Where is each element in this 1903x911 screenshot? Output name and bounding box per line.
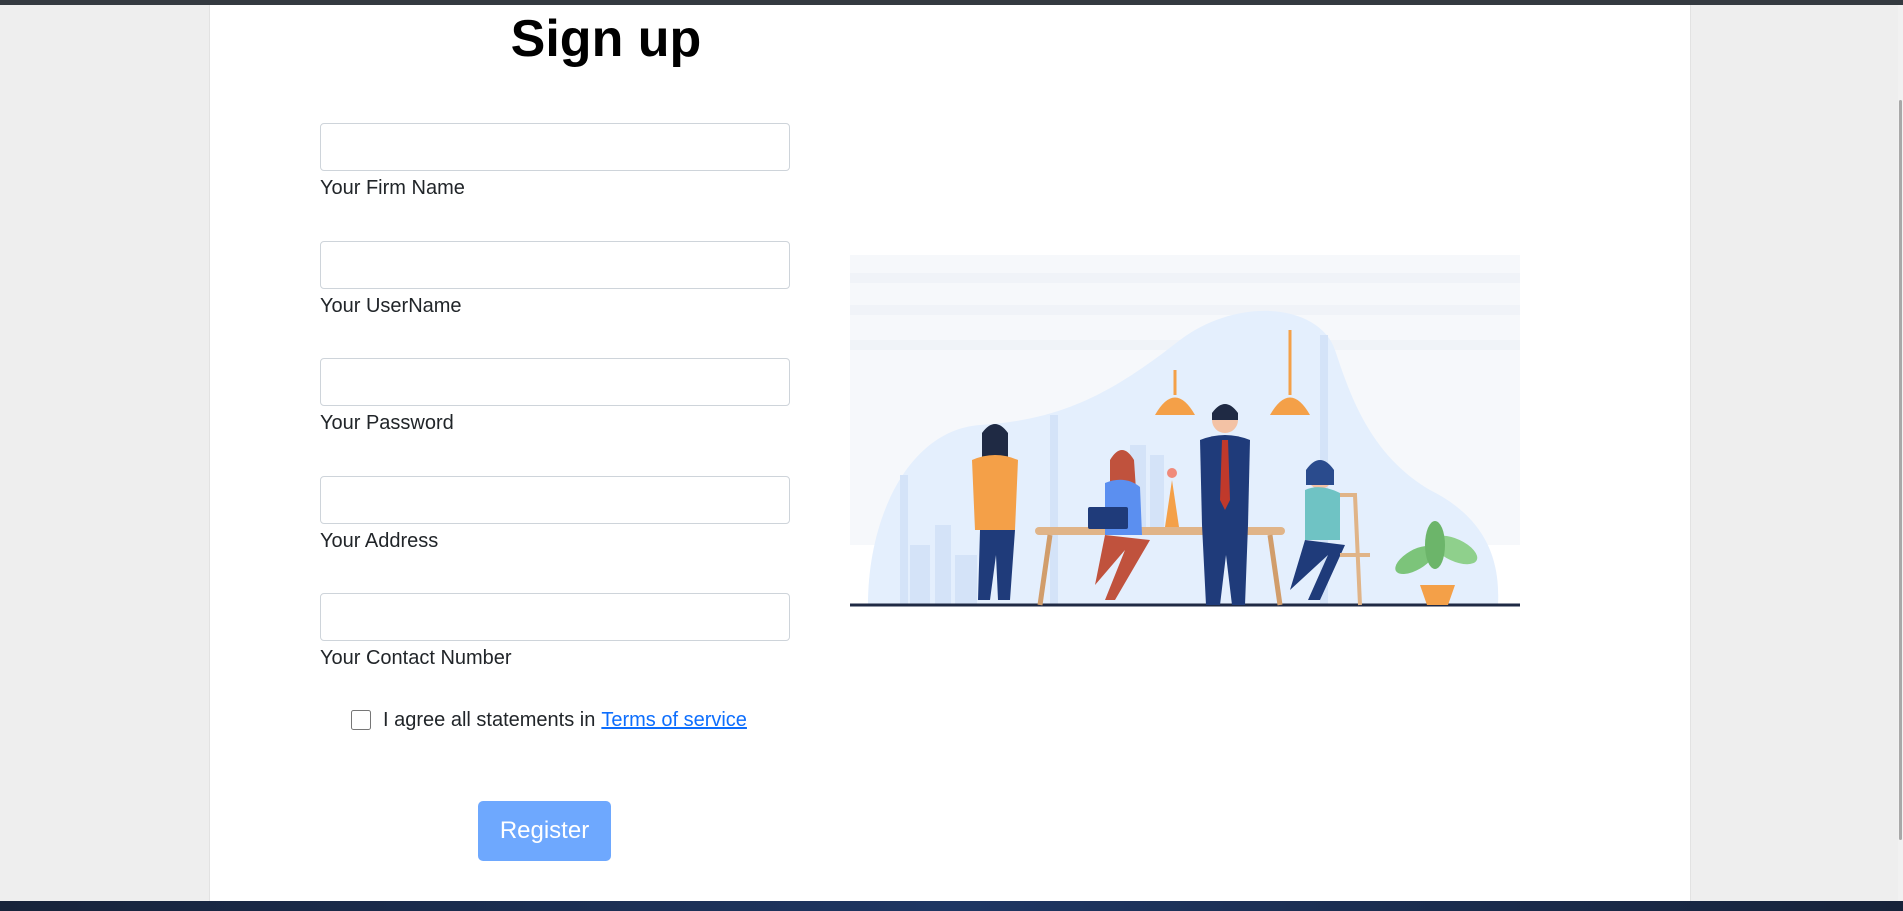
- terms-of-service-link[interactable]: Terms of service: [601, 708, 747, 732]
- terms-agreement: I agree all statements in Terms of servi…: [351, 708, 747, 732]
- contact-number-group: Your Contact Number: [320, 593, 790, 670]
- password-label: Your Password: [320, 412, 454, 434]
- contact-number-label: Your Contact Number: [320, 647, 512, 669]
- scrollbar-thumb[interactable]: [1899, 100, 1902, 840]
- address-label: Your Address: [320, 530, 439, 552]
- username-group: Your UserName: [320, 241, 790, 318]
- firm-name-group: Your Firm Name: [320, 123, 790, 200]
- contact-number-input[interactable]: [320, 593, 790, 641]
- terms-text: I agree all statements in: [383, 709, 596, 731]
- username-label: Your UserName: [320, 295, 462, 317]
- address-input[interactable]: [320, 476, 790, 524]
- signup-card: Sign up Your Firm Name Your UserName You…: [209, 5, 1691, 901]
- password-group: Your Password: [320, 358, 790, 435]
- terms-checkbox[interactable]: [351, 710, 371, 730]
- page-title: Sign up: [510, 10, 702, 68]
- username-input[interactable]: [320, 241, 790, 289]
- firm-name-label: Your Firm Name: [320, 177, 465, 199]
- register-button[interactable]: Register: [478, 801, 611, 861]
- office-team-illustration: [850, 255, 1520, 607]
- taskbar: [0, 901, 1903, 911]
- password-input[interactable]: [320, 358, 790, 406]
- address-group: Your Address: [320, 476, 790, 553]
- firm-name-input[interactable]: [320, 123, 790, 171]
